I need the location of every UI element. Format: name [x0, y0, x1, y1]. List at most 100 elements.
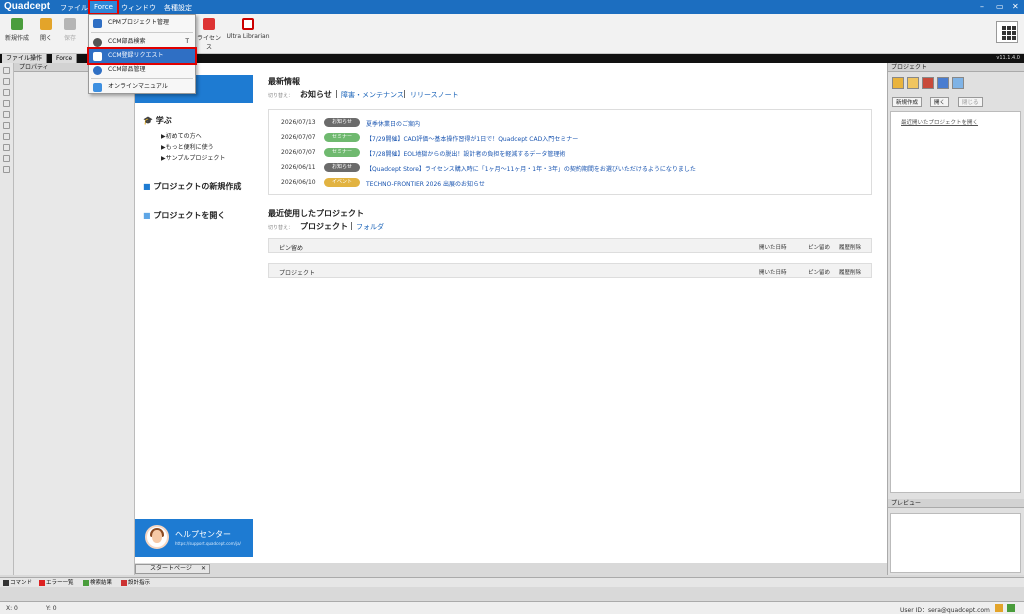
nav-beginner-link[interactable]: ▶初めての方へ: [161, 131, 202, 140]
start-page-tab[interactable]: スタートページ ✕: [135, 564, 210, 574]
recent-tab-folders[interactable]: フォルダ: [356, 222, 384, 232]
rp-new-button[interactable]: 新規作成: [892, 97, 923, 107]
preview-area: [890, 513, 1021, 573]
check-icon[interactable]: [1007, 604, 1015, 612]
new-button[interactable]: 新規作成: [4, 18, 30, 42]
tool-icon[interactable]: [3, 166, 10, 173]
open-button[interactable]: 開く: [36, 18, 56, 42]
mortarboard-icon: 🎓: [143, 116, 153, 125]
help-center-banner[interactable]: ヘルプセンター https://support.quadcept.com/ja/: [135, 519, 253, 557]
nav-open-project[interactable]: ■ プロジェクトを開く: [143, 210, 225, 221]
nav-sample-link[interactable]: ▶サンプルプロジェクト: [161, 153, 225, 162]
force-dropdown-menu: CPMプロジェクト管理 CCM部品検索 T CCM登録リクエスト CCM部品管理…: [87, 14, 197, 94]
gear-icon: [93, 66, 102, 75]
tool-icon[interactable]: [3, 100, 10, 107]
pinned-header-row: ピン留め 開いた日時 ピン留め 履歴削除: [268, 238, 872, 253]
recent-projects-title: 最近使用したプロジェクト: [268, 209, 364, 218]
search-icon[interactable]: [937, 77, 949, 89]
recent-switch-label: 切り替え：: [268, 225, 294, 231]
tab-file-ops[interactable]: ファイル操作: [2, 54, 48, 63]
news-tab-maintenance[interactable]: 障害・メンテナンス: [341, 90, 404, 100]
user-id: User ID：sera@quadcept.com: [900, 607, 990, 614]
tab-search-results[interactable]: 検索結果: [82, 579, 112, 587]
maximize-button[interactable]: ▭: [996, 2, 1004, 11]
news-link[interactable]: 【7/29開催】CAD評価～基本操作習得が1日で！Quadcept CAD入門セ…: [366, 134, 578, 143]
recent-project-link[interactable]: 最近開いたプロジェクトを開く: [901, 118, 978, 126]
rp-close-button[interactable]: 閉じる: [958, 97, 983, 107]
search-icon: [93, 38, 102, 47]
tab-errors[interactable]: エラー一覧: [38, 579, 74, 587]
window-icon[interactable]: [952, 77, 964, 89]
nav-advanced-link[interactable]: ▶もっと便利に使う: [161, 142, 214, 151]
news-link[interactable]: 夏季休業日のご案内: [366, 119, 420, 128]
news-badge: イベント: [324, 178, 360, 187]
menu-file[interactable]: ファイル: [60, 3, 88, 13]
menu-settings[interactable]: 各種設定: [164, 3, 192, 13]
project-icon[interactable]: [892, 77, 904, 89]
tab-design-notes[interactable]: 設計指示: [120, 579, 150, 587]
news-link[interactable]: 【Quadcept Store】ライセンス購入時に「1ヶ月～11ヶ月・1年・3年…: [366, 164, 696, 173]
ultra-librarian-button[interactable]: Ultra Librarian: [226, 18, 270, 40]
app-logo: Quadcept: [4, 1, 51, 12]
tab-command[interactable]: コマンド: [2, 579, 32, 587]
tab-force[interactable]: Force: [52, 54, 78, 63]
tool-icon[interactable]: [3, 122, 10, 129]
save-button[interactable]: 保存: [60, 18, 80, 42]
tool-icon[interactable]: [3, 155, 10, 162]
tool-icon[interactable]: [3, 111, 10, 118]
menu-ccm-register-request[interactable]: CCM登録リクエスト: [87, 47, 197, 65]
menu-window[interactable]: ウィンドウ: [121, 3, 156, 13]
menu-force[interactable]: Force: [88, 0, 119, 15]
app-grid-button[interactable]: [996, 21, 1018, 43]
folder-icon: ■: [143, 182, 151, 191]
tool-icon[interactable]: [3, 144, 10, 151]
start-navigation: 🎓 学ぶ ▶初めての方へ ▶もっと便利に使う ▶サンプルプロジェクト ■ プロジ…: [135, 63, 253, 563]
news-badge: セミナー: [324, 148, 360, 157]
x-coordinate: X: 0: [6, 605, 18, 612]
folder-icon: [40, 18, 52, 30]
news-item[interactable]: 2026/06/10 イベント TECHNO-FRONTIER 2026 出展の…: [269, 177, 869, 190]
save-icon: [64, 18, 76, 30]
news-link[interactable]: TECHNO-FRONTIER 2026 出展のお知らせ: [366, 179, 485, 188]
project-panel-title: プロジェクト: [888, 63, 1024, 72]
tool-icon[interactable]: [3, 67, 10, 74]
menu-ccm-parts-management[interactable]: CCM部品管理: [89, 63, 195, 77]
nav-new-project[interactable]: ■ プロジェクトの新規作成: [143, 181, 241, 192]
rp-open-button[interactable]: 開く: [930, 97, 950, 107]
news-tab-release-notes[interactable]: リリースノート: [410, 90, 459, 100]
start-page-main: 最新情報 切り替え： お知らせ | 障害・メンテナンス | リリースノート 20…: [253, 63, 887, 563]
news-tab-notices[interactable]: お知らせ: [300, 89, 332, 100]
menu-online-manual[interactable]: オンラインマニュアル: [89, 80, 195, 94]
open-folder-icon: ■: [143, 211, 151, 220]
help-icon: [93, 83, 102, 92]
support-avatar: [145, 525, 169, 549]
minimize-button[interactable]: –: [980, 2, 984, 11]
help-center-url: https://support.quadcept.com/ja/: [175, 541, 241, 546]
tool-icon[interactable]: [3, 89, 10, 96]
recent-tab-projects[interactable]: プロジェクト: [300, 221, 348, 232]
divider: |: [403, 89, 406, 98]
help-center-title: ヘルプセンター: [175, 530, 231, 539]
edit-icon[interactable]: [995, 604, 1003, 612]
menu-ccm-search[interactable]: CCM部品検索 T: [89, 35, 195, 49]
tool-icon[interactable]: [3, 133, 10, 140]
document-icon[interactable]: [907, 77, 919, 89]
library-icon[interactable]: [922, 77, 934, 89]
license-button[interactable]: ライセンス: [196, 18, 222, 51]
close-icon[interactable]: ✕: [201, 565, 206, 573]
menu-cpm-project[interactable]: CPMプロジェクト管理: [89, 16, 195, 30]
news-item[interactable]: 2026/07/07 セミナー 【7/28開催】EOL地獄からの脱出！設計者の負…: [269, 147, 869, 160]
news-item[interactable]: 2026/06/11 お知らせ 【Quadcept Store】ライセンス購入時…: [269, 162, 869, 175]
news-title: 最新情報: [268, 77, 300, 86]
news-badge: お知らせ: [324, 163, 360, 172]
news-item[interactable]: 2026/07/13 お知らせ 夏季休業日のご案内: [269, 117, 869, 130]
project-header-row: プロジェクト 開いた日時 ピン留め 履歴削除: [268, 263, 872, 278]
close-button[interactable]: ✕: [1012, 2, 1019, 11]
version-label: v11.1.4.0: [996, 55, 1020, 61]
news-item[interactable]: 2026/07/07 セミナー 【7/29開催】CAD評価～基本操作習得が1日で…: [269, 132, 869, 145]
output-tab-bar: コマンド エラー一覧 検索結果 設計指示: [0, 577, 1024, 587]
tool-icon[interactable]: [3, 78, 10, 85]
title-bar: Quadcept ファイル Force ウィンドウ 各種設定 – ▭ ✕: [0, 0, 1024, 15]
property-panel: プロパティ: [14, 63, 135, 575]
news-link[interactable]: 【7/28開催】EOL地獄からの脱出！設計者の負担を軽減するデータ管理術: [366, 149, 565, 158]
